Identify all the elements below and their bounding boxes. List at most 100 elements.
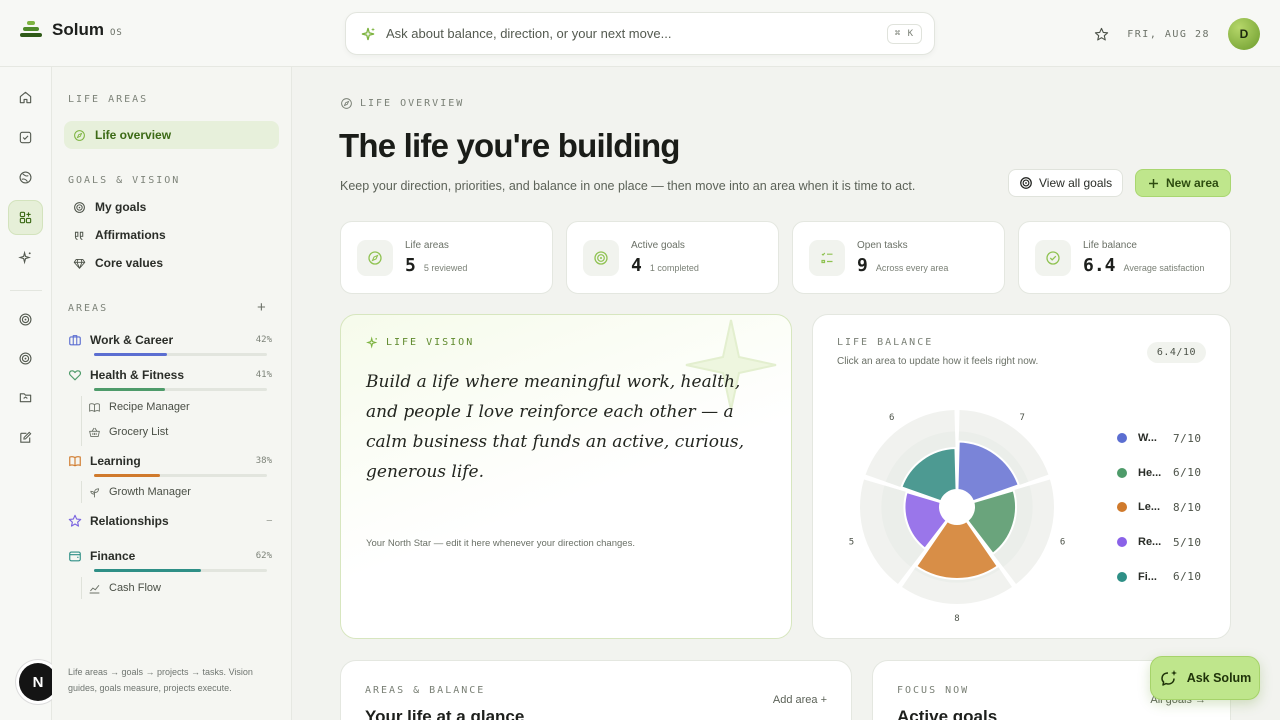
sidebar-area-relationships[interactable]: Relationships — <box>68 512 272 530</box>
areas-eyebrow: AREAS & BALANCE <box>365 685 486 696</box>
add-area-button[interactable]: + <box>257 299 266 316</box>
target-icon <box>1020 177 1032 189</box>
sidebar-item-core-values[interactable]: Core values <box>64 249 279 277</box>
life-balance-polar-chart[interactable]: 7 6 8 5 6 <box>837 387 1077 627</box>
shortcut-hint: ⌘ K <box>886 23 922 44</box>
balance-subtitle: Click an area to update how it feels rig… <box>837 356 1039 367</box>
briefcase-icon <box>69 335 81 346</box>
sidebar-item-my-goals[interactable]: My goals <box>64 193 279 221</box>
user-avatar[interactable]: D <box>1228 18 1260 50</box>
solum-logo-icon <box>20 21 42 39</box>
legend-value: 6/10 <box>1173 466 1202 480</box>
stat-sub: 5 reviewed <box>423 262 468 273</box>
sub-label: Grocery List <box>109 426 169 438</box>
stat-card-open-tasks[interactable]: Open tasks 9 Across every area <box>792 221 1005 294</box>
target-icon <box>594 250 608 265</box>
legend-item-learning[interactable]: Le... 8/10 <box>1117 490 1202 525</box>
rail-ai[interactable] <box>8 240 43 275</box>
stat-card-active-goals[interactable]: Active goals 4 1 completed <box>566 221 779 294</box>
checklist-icon <box>821 252 833 263</box>
rail-focus[interactable] <box>8 341 43 376</box>
page-title: The life you're building <box>339 127 680 164</box>
search-bar[interactable]: Ask about balance, direction, or your ne… <box>345 12 935 55</box>
sidebar-item-label: My goals <box>95 200 147 214</box>
legend-item-finance[interactable]: Fi... 6/10 <box>1117 559 1202 594</box>
area-label: Work & Career <box>90 333 174 347</box>
new-area-button[interactable]: New area <box>1135 169 1231 197</box>
sidebar-item-label: Core values <box>95 256 164 270</box>
life-vision-card[interactable]: LIFE VISION Build a life where meaningfu… <box>340 314 792 639</box>
eyebrow-text: LIFE VISION <box>386 337 475 348</box>
area-progress-bar <box>94 569 267 572</box>
rail-goals[interactable] <box>8 302 43 337</box>
sidebar-item-affirmations[interactable]: Affirmations <box>64 221 279 249</box>
areas-balance-card: AREAS & BALANCE Add area + Your life at … <box>340 660 852 720</box>
legend-item-work[interactable]: W... 7/10 <box>1117 421 1202 456</box>
star-icon[interactable] <box>1094 27 1109 42</box>
stat-label: Open tasks <box>857 239 908 251</box>
legend-dot <box>1117 537 1127 548</box>
globe-icon <box>19 171 32 184</box>
sidebar-sub-cash-flow[interactable]: Cash Flow <box>81 579 161 597</box>
sidebar: LIFE AREAS Life overview GOALS & VISION … <box>52 67 292 720</box>
area-label: Finance <box>90 549 136 563</box>
legend-name: Re... <box>1138 536 1162 549</box>
chart-value-label: 6 <box>889 413 894 423</box>
sparkle-icon <box>366 336 378 349</box>
eyebrow-text: LIFE OVERVIEW <box>360 98 465 109</box>
main-content: LIFE OVERVIEW The life you're building K… <box>292 67 1280 720</box>
target-icon <box>19 352 32 365</box>
rail-life-areas[interactable] <box>8 200 43 235</box>
button-label: View all goals <box>1039 176 1113 190</box>
sprout-icon <box>90 487 100 497</box>
target-icon <box>74 201 85 213</box>
legend-dot <box>1117 502 1127 513</box>
check-circle-icon <box>1046 250 1060 265</box>
sidebar-sub-growth-manager[interactable]: Growth Manager <box>81 483 191 501</box>
home-icon <box>19 91 32 104</box>
rail-journal[interactable] <box>8 420 43 455</box>
sidebar-sub-recipe-manager[interactable]: Recipe Manager <box>81 398 190 416</box>
stat-value: 4 <box>631 254 642 276</box>
legend-item-health[interactable]: He... 6/10 <box>1117 456 1202 491</box>
brand[interactable]: Solum OS <box>20 20 123 40</box>
sidebar-item-life-overview[interactable]: Life overview <box>64 121 279 149</box>
focus-eyebrow: FOCUS NOW <box>897 685 970 696</box>
area-progress-bar <box>94 353 267 356</box>
legend-dot <box>1117 433 1127 444</box>
stat-label: Active goals <box>631 239 685 251</box>
vision-quote[interactable]: Build a life where meaningful work, heal… <box>366 367 761 487</box>
sub-label: Recipe Manager <box>109 401 190 413</box>
legend-item-relationships[interactable]: Re... 5/10 <box>1117 525 1202 560</box>
stat-card-life-areas[interactable]: Life areas 5 5 reviewed <box>340 221 553 294</box>
area-progress-bar <box>94 388 267 391</box>
grid-plus-icon <box>19 211 32 224</box>
legend-name: He... <box>1138 466 1162 479</box>
rail-explore[interactable] <box>8 160 43 195</box>
chart-line-icon <box>89 584 100 593</box>
heart-icon <box>68 370 82 381</box>
rail-files[interactable] <box>8 380 43 415</box>
brand-tag: OS <box>109 27 123 38</box>
section-label-goals: GOALS & VISION <box>68 175 181 186</box>
view-all-goals-button[interactable]: View all goals <box>1008 169 1124 197</box>
sidebar-area-learning[interactable]: Learning 38% <box>68 452 272 477</box>
search-input[interactable]: Ask about balance, direction, or your ne… <box>386 26 887 41</box>
sidebar-sub-grocery-list[interactable]: Grocery List <box>81 423 168 441</box>
rail-tasks[interactable] <box>8 120 43 155</box>
ask-solum-button[interactable]: Ask Solum <box>1150 656 1260 700</box>
stat-card-life-balance[interactable]: Life balance 6.4 Average satisfaction <box>1018 221 1231 294</box>
focus-card-title: Active goals <box>897 707 998 720</box>
stat-label: Life areas <box>405 239 449 251</box>
sidebar-area-health[interactable]: Health & Fitness 41% <box>68 366 272 391</box>
basket-icon <box>89 427 100 437</box>
sidebar-area-finance[interactable]: Finance 62% <box>68 547 272 572</box>
rail-home[interactable] <box>8 80 43 115</box>
plus-icon <box>1149 178 1158 188</box>
stat-label: Life balance <box>1083 239 1137 251</box>
sidebar-area-work[interactable]: Work & Career 42% <box>68 331 272 356</box>
folder-icon <box>19 393 32 403</box>
add-area-link[interactable]: Add area + <box>773 694 827 706</box>
legend-value: 7/10 <box>1173 431 1202 445</box>
balance-legend: W... 7/10 He... 6/10 Le... 8/10 Re... 5/10 F… <box>1117 421 1202 594</box>
